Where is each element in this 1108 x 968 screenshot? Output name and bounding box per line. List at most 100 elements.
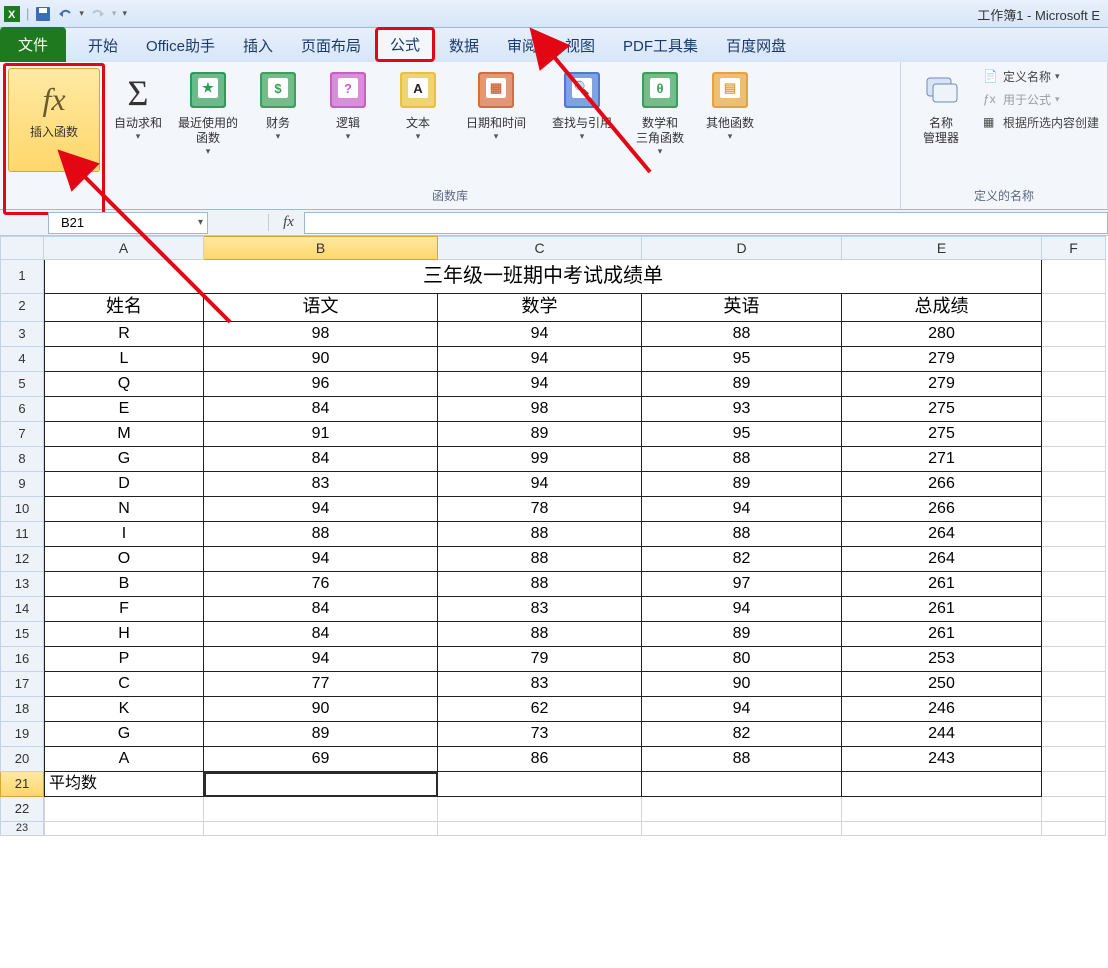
define-name-button[interactable]: 📄定义名称 ▾ xyxy=(983,68,1099,85)
cell-D11[interactable]: 88 xyxy=(642,522,842,547)
cell-E18[interactable]: 246 xyxy=(842,697,1042,722)
cell-D12[interactable]: 82 xyxy=(642,547,842,572)
row-header-8[interactable]: 8 xyxy=(0,447,44,472)
tab-page-layout[interactable]: 页面布局 xyxy=(287,29,375,62)
cell-A8[interactable]: G xyxy=(44,447,204,472)
name-box[interactable]: B21 ▾ xyxy=(48,212,208,234)
cell-C7[interactable]: 89 xyxy=(438,422,642,447)
cell-E3[interactable]: 280 xyxy=(842,322,1042,347)
cell-F13[interactable] xyxy=(1042,572,1106,597)
cell-F17[interactable] xyxy=(1042,672,1106,697)
row-header-5[interactable]: 5 xyxy=(0,372,44,397)
row-header-12[interactable]: 12 xyxy=(0,547,44,572)
cell-C13[interactable]: 88 xyxy=(438,572,642,597)
cell-A7[interactable]: M xyxy=(44,422,204,447)
cell-F6[interactable] xyxy=(1042,397,1106,422)
cell-B16[interactable]: 94 xyxy=(204,647,438,672)
cell-D21[interactable] xyxy=(642,772,842,797)
cell-C18[interactable]: 62 xyxy=(438,697,642,722)
cell-E12[interactable]: 264 xyxy=(842,547,1042,572)
recent-functions-button[interactable]: ★ 最近使用的 函数▾ xyxy=(176,68,240,161)
row-header-16[interactable]: 16 xyxy=(0,647,44,672)
header-math[interactable]: 数学 xyxy=(438,294,642,322)
col-header-D[interactable]: D xyxy=(642,236,842,260)
cell-F18[interactable] xyxy=(1042,697,1106,722)
cell-A19[interactable]: G xyxy=(44,722,204,747)
select-all-corner[interactable] xyxy=(0,236,44,260)
row-header-15[interactable]: 15 xyxy=(0,622,44,647)
cell-F16[interactable] xyxy=(1042,647,1106,672)
cell-F4[interactable] xyxy=(1042,347,1106,372)
cell-E20[interactable]: 243 xyxy=(842,747,1042,772)
cell-C12[interactable]: 88 xyxy=(438,547,642,572)
cell-A12[interactable]: O xyxy=(44,547,204,572)
cell-E6[interactable]: 275 xyxy=(842,397,1042,422)
cell-D18[interactable]: 94 xyxy=(642,697,842,722)
cell-F9[interactable] xyxy=(1042,472,1106,497)
cell-B4[interactable]: 90 xyxy=(204,347,438,372)
row-header-21[interactable]: 21 xyxy=(0,772,44,797)
cell-F15[interactable] xyxy=(1042,622,1106,647)
cell-C5[interactable]: 94 xyxy=(438,372,642,397)
col-header-A[interactable]: A xyxy=(44,236,204,260)
cell-E17[interactable]: 250 xyxy=(842,672,1042,697)
cell-C3[interactable]: 94 xyxy=(438,322,642,347)
cell-D6[interactable]: 93 xyxy=(642,397,842,422)
cell-E5[interactable]: 279 xyxy=(842,372,1042,397)
name-manager-button[interactable]: 名称 管理器 xyxy=(909,68,973,150)
row-header-17[interactable]: 17 xyxy=(0,672,44,697)
cell-A6[interactable]: E xyxy=(44,397,204,422)
cell-B10[interactable]: 94 xyxy=(204,497,438,522)
insert-function-button[interactable]: fx 插入函数 xyxy=(8,68,100,172)
cell-F8[interactable] xyxy=(1042,447,1106,472)
cell-E7[interactable]: 275 xyxy=(842,422,1042,447)
cell-D14[interactable]: 94 xyxy=(642,597,842,622)
cell-C22[interactable] xyxy=(438,797,642,822)
row-header-3[interactable]: 3 xyxy=(0,322,44,347)
cell-C15[interactable]: 88 xyxy=(438,622,642,647)
row-header-9[interactable]: 9 xyxy=(0,472,44,497)
cell-E4[interactable]: 279 xyxy=(842,347,1042,372)
cell-D8[interactable]: 88 xyxy=(642,447,842,472)
cell-B22[interactable] xyxy=(204,797,438,822)
cell-B8[interactable]: 84 xyxy=(204,447,438,472)
cell-A15[interactable]: H xyxy=(44,622,204,647)
cell-D3[interactable]: 88 xyxy=(642,322,842,347)
cell-D5[interactable]: 89 xyxy=(642,372,842,397)
row-header-20[interactable]: 20 xyxy=(0,747,44,772)
cell-C8[interactable]: 99 xyxy=(438,447,642,472)
row-header-18[interactable]: 18 xyxy=(0,697,44,722)
cell-E16[interactable]: 253 xyxy=(842,647,1042,672)
cell-D7[interactable]: 95 xyxy=(642,422,842,447)
cell-E8[interactable]: 271 xyxy=(842,447,1042,472)
cell-C17[interactable]: 83 xyxy=(438,672,642,697)
cell-F3[interactable] xyxy=(1042,322,1106,347)
cell-B17[interactable]: 77 xyxy=(204,672,438,697)
cell-A9[interactable]: D xyxy=(44,472,204,497)
cell-E9[interactable]: 266 xyxy=(842,472,1042,497)
redo-dropdown[interactable]: ▾ xyxy=(112,8,117,19)
cell-F5[interactable] xyxy=(1042,372,1106,397)
tab-home[interactable]: 开始 xyxy=(74,29,132,62)
tab-file[interactable]: 文件 xyxy=(0,27,66,62)
tab-office-assistant[interactable]: Office助手 xyxy=(132,29,229,62)
row-header-1[interactable]: 1 xyxy=(0,260,44,294)
logic-button[interactable]: ? 逻辑▾ xyxy=(316,68,380,146)
cell-E22[interactable] xyxy=(842,797,1042,822)
cell-A22[interactable] xyxy=(44,797,204,822)
cell-F14[interactable] xyxy=(1042,597,1106,622)
cell-E11[interactable]: 264 xyxy=(842,522,1042,547)
row-header-6[interactable]: 6 xyxy=(0,397,44,422)
redo-icon[interactable] xyxy=(90,6,106,22)
tab-formulas[interactable]: 公式 xyxy=(375,27,435,62)
cell-A21[interactable]: 平均数 xyxy=(44,772,204,797)
cell-B3[interactable]: 98 xyxy=(204,322,438,347)
name-box-dropdown-icon[interactable]: ▾ xyxy=(198,217,203,228)
cell-C9[interactable]: 94 xyxy=(438,472,642,497)
cell-B9[interactable]: 83 xyxy=(204,472,438,497)
cell-E15[interactable]: 261 xyxy=(842,622,1042,647)
header-name[interactable]: 姓名 xyxy=(44,294,204,322)
cell-E10[interactable]: 266 xyxy=(842,497,1042,522)
cell-C19[interactable]: 73 xyxy=(438,722,642,747)
row-header-11[interactable]: 11 xyxy=(0,522,44,547)
